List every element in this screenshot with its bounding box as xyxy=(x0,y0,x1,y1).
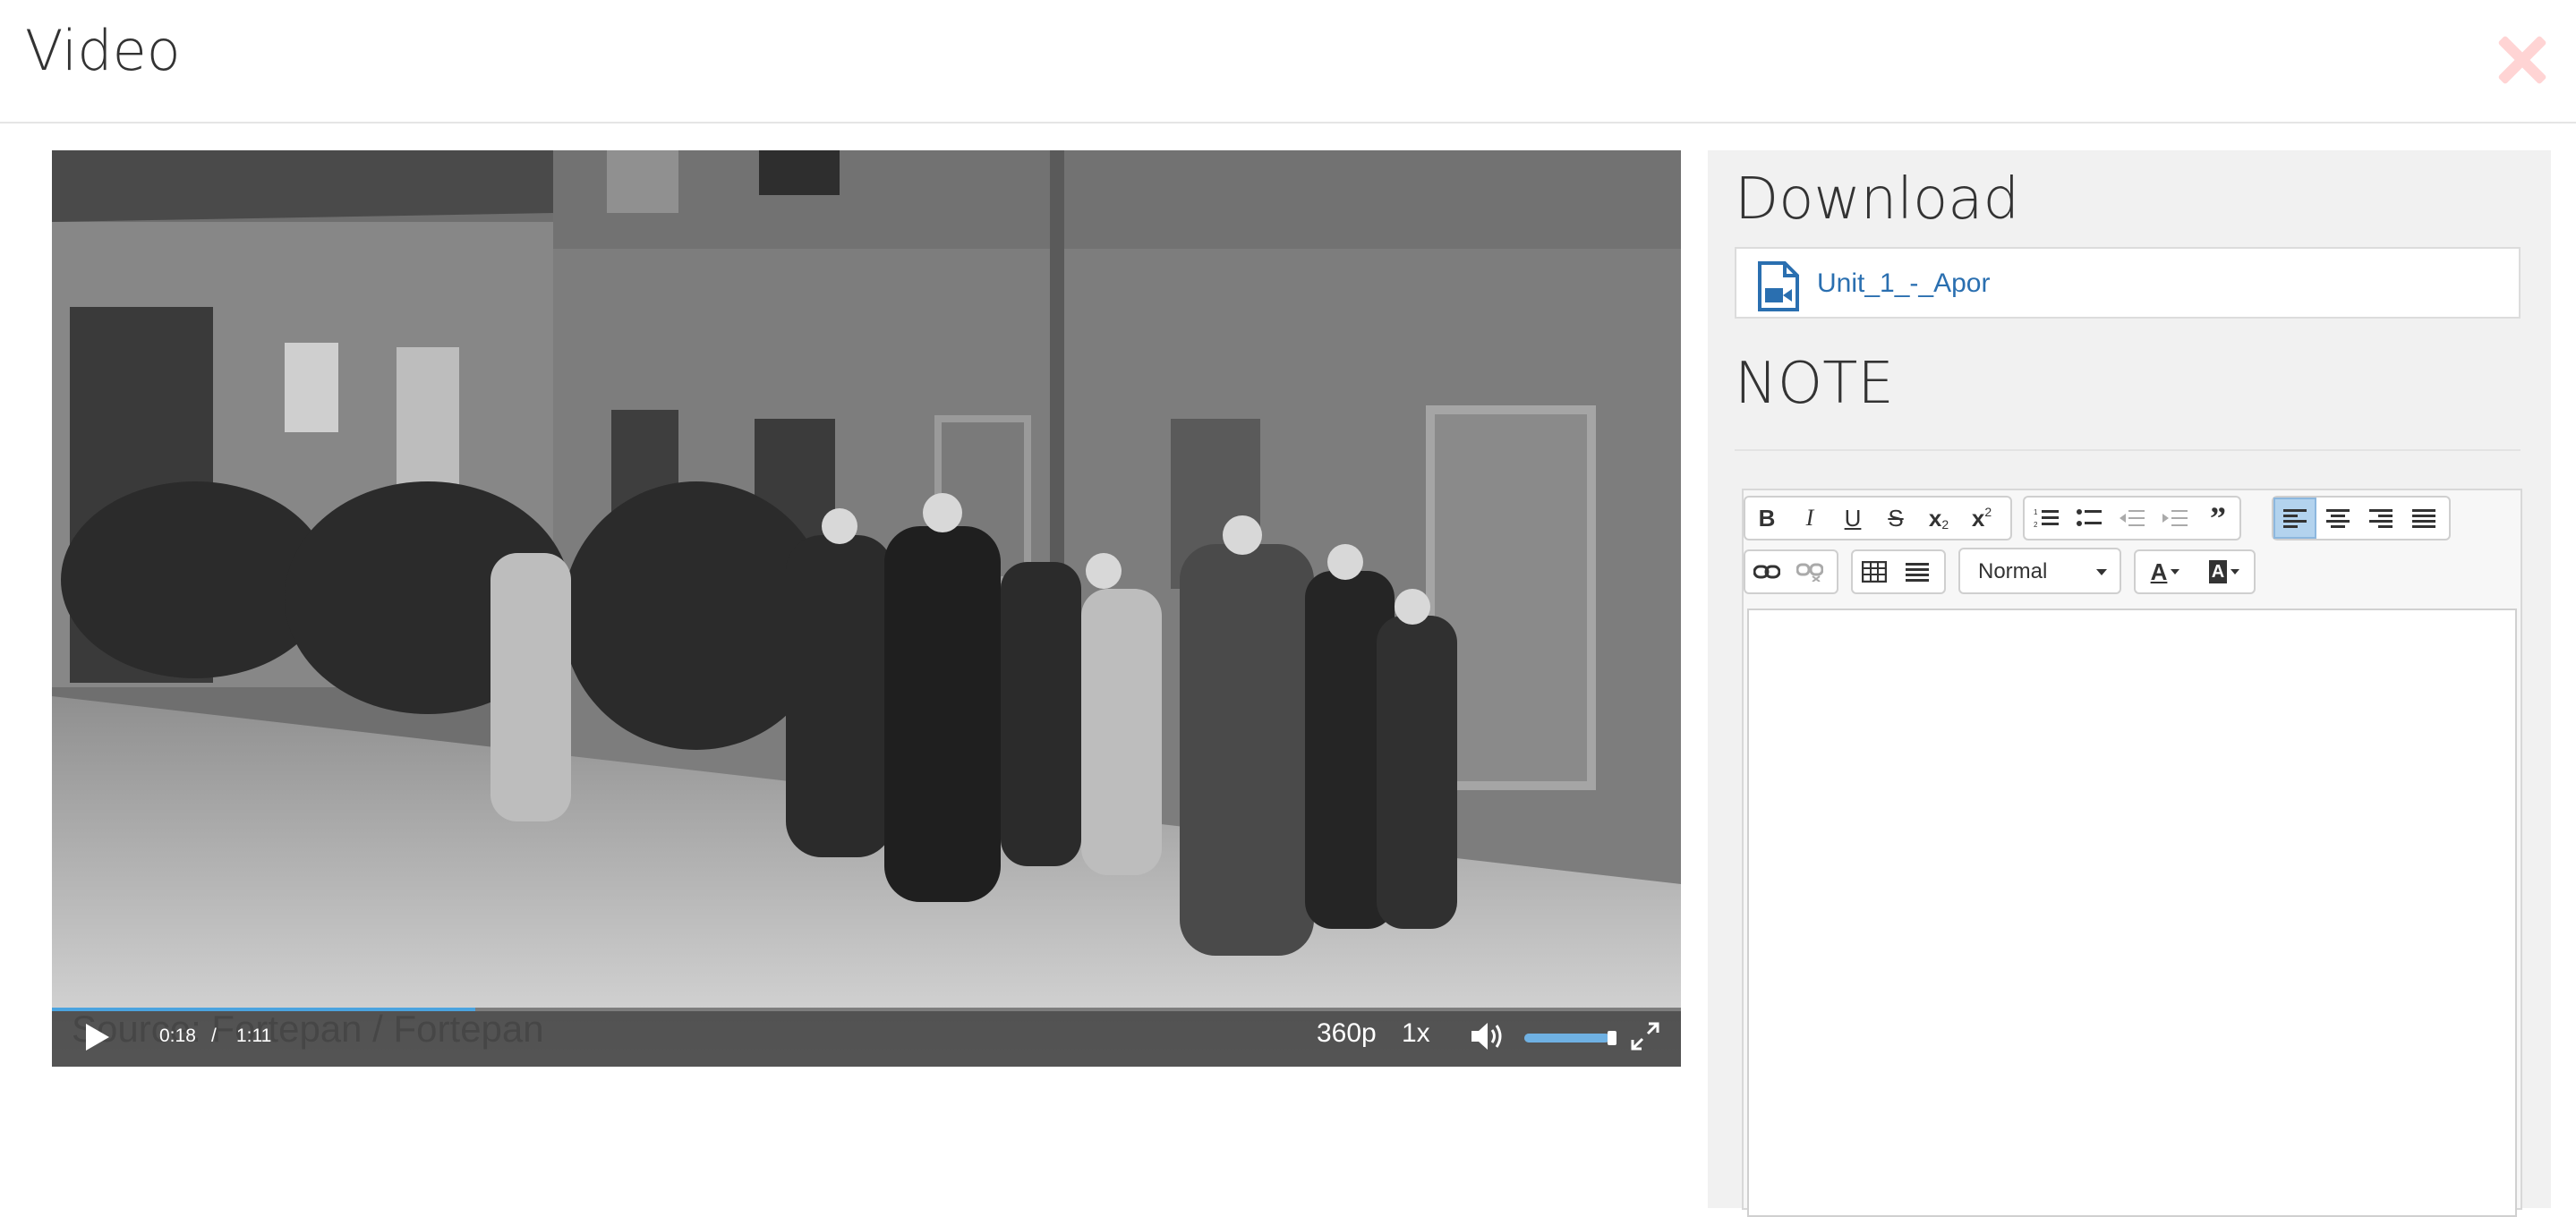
toolbar-alignment xyxy=(2272,496,2451,540)
horizontal-rule-icon[interactable] xyxy=(1896,551,1939,592)
outdent-icon[interactable] xyxy=(2111,498,2154,539)
toolbar-text-style: B I U S x2 x2 xyxy=(1744,496,2012,540)
bold-button[interactable]: B xyxy=(1745,498,1788,539)
table-icon[interactable] xyxy=(1853,551,1896,592)
modal-header: Video xyxy=(0,0,2576,123)
align-right-icon[interactable] xyxy=(2359,498,2402,539)
subscript-button[interactable]: x2 xyxy=(1917,498,1960,539)
svg-text:2: 2 xyxy=(2034,521,2038,529)
speed-button[interactable]: 1x xyxy=(1402,1018,1430,1049)
volume-icon[interactable] xyxy=(1470,1020,1506,1052)
time-separator: / xyxy=(211,1026,217,1046)
rich-text-editor: B I U S x2 x2 12 ” Normal A A xyxy=(1742,489,2522,1217)
svg-text:1: 1 xyxy=(2034,508,2038,516)
duration: 1:11 xyxy=(236,1026,272,1046)
superscript-button[interactable]: x2 xyxy=(1960,498,2003,539)
paragraph-format-select[interactable]: Normal xyxy=(1958,548,2121,594)
align-left-icon[interactable] xyxy=(2273,498,2316,539)
fullscreen-icon[interactable] xyxy=(1629,1020,1661,1052)
side-panel: Download Unit_1_-_Apor NOTE B I U S x2 x… xyxy=(1708,150,2551,1217)
toolbar-table xyxy=(1851,549,1946,594)
toolbar-colors: A A xyxy=(2134,549,2256,594)
text-color-icon[interactable]: A xyxy=(2136,551,2195,592)
unlink-icon[interactable] xyxy=(1788,551,1831,592)
blockquote-icon[interactable]: ” xyxy=(2196,498,2239,539)
bullet-list-icon[interactable] xyxy=(2068,498,2111,539)
video-file-icon xyxy=(1758,261,1799,311)
volume-handle[interactable] xyxy=(1608,1031,1616,1045)
quality-button[interactable]: 360p xyxy=(1317,1018,1377,1049)
video-progress-fill xyxy=(52,1008,476,1011)
divider xyxy=(1735,449,2521,451)
numbered-list-icon[interactable]: 12 xyxy=(2025,498,2068,539)
video-controls: 0:18 / 1:11 360p 1x xyxy=(52,1008,1681,1067)
indent-icon[interactable] xyxy=(2154,498,2196,539)
paragraph-format-value: Normal xyxy=(1978,559,2048,583)
align-center-icon[interactable] xyxy=(2316,498,2359,539)
background-color-icon[interactable]: A xyxy=(2195,551,2254,592)
video-player[interactable]: Source: Fortepan / Fortepan 0:18 / 1:11 … xyxy=(52,150,1681,1067)
underline-button[interactable]: U xyxy=(1831,498,1874,539)
italic-button[interactable]: I xyxy=(1788,498,1831,539)
modal-title: Video xyxy=(25,18,181,83)
chevron-down-icon xyxy=(2096,569,2107,575)
download-file-link[interactable]: Unit_1_-_Apor xyxy=(1817,268,1990,299)
strikethrough-button[interactable]: S xyxy=(1874,498,1917,539)
volume-slider[interactable] xyxy=(1524,1034,1614,1043)
toolbar-links xyxy=(1744,549,1838,594)
current-time: 0:18 xyxy=(159,1026,196,1046)
note-editor-input[interactable] xyxy=(1747,608,2517,1217)
video-frame xyxy=(52,150,1681,1067)
toolbar-lists: 12 ” xyxy=(2023,496,2241,540)
volume-level xyxy=(1524,1034,1609,1043)
link-icon[interactable] xyxy=(1745,551,1788,592)
download-file-box: Unit_1_-_Apor xyxy=(1735,247,2521,319)
close-icon[interactable] xyxy=(2497,36,2546,84)
note-heading: NOTE xyxy=(1735,351,1894,417)
align-justify-icon[interactable] xyxy=(2402,498,2445,539)
play-icon[interactable] xyxy=(86,1024,109,1051)
download-heading: Download xyxy=(1735,166,2020,233)
video-progress-bar[interactable] xyxy=(52,1008,1681,1011)
